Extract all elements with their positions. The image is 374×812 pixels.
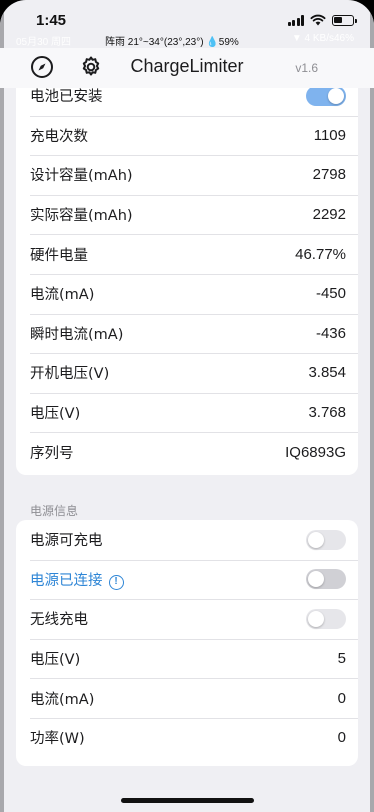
design-capacity-row: 设计容量(mAh) 2798 [16,155,358,195]
power-voltage-row: 电压(V) 5 [16,638,358,679]
row-value: -450 [315,285,346,303]
row-label: 瞬时电流(mA) [30,326,124,343]
row-label: 电源可充电 [30,533,103,550]
row-label: 功率(W) [30,731,85,748]
boot-voltage-row: 开机电压(V) 3.854 [16,353,358,393]
row-label: 电池已安装 [30,89,103,106]
row-label: 电压(V) [30,652,81,669]
power-info-card: 电源可充电 电源已连接! 无线充电 电压(V) 5 电流(mA) 0 功率(W)… [16,520,358,766]
actual-capacity-row: 实际容量(mAh) 2292 [16,194,358,235]
info-icon[interactable]: ! [108,574,124,590]
row-label: 设计容量(mAh) [30,168,133,185]
row-label: 开机电压(V) [30,366,110,383]
status-date: 05月30 周四 [16,37,72,48]
status-bar: 1:45 05月30 周四 阵雨 21°~34°(23°,23°) 💧59% ▼… [0,0,374,48]
voltage-row: 电压(V) 3.768 [16,392,358,433]
row-value: IQ6893G [285,443,346,461]
row-label: 无线充电 [30,612,88,629]
battery-installed-row: 电池已安装 [16,88,358,116]
row-value: 3.854 [308,364,346,382]
cellular-signal-icon [287,14,304,26]
row-value: 0 [337,729,346,747]
row-value: 2292 [312,206,346,224]
settings-scroll-view[interactable]: 电池已安装 充电次数 1109 设计容量(mAh) 2798 实际容量(mAh)… [0,88,374,812]
row-value: 1109 [313,126,346,144]
row-label: 电流(mA) [30,287,95,304]
row-label: 实际容量(mAh) [30,208,133,225]
hardware-charge-row: 硬件电量 46.77% [16,234,358,274]
battery-info-card: 电池已安装 充电次数 1109 设计容量(mAh) 2798 实际容量(mAh)… [16,88,358,475]
wifi-icon [310,14,326,26]
row-value: 2798 [312,166,346,184]
power-section-header: 电源信息 [30,504,79,518]
app-screen: 1:45 05月30 周四 阵雨 21°~34°(23°,23°) 💧59% ▼… [0,0,374,812]
cycle-count-row: 充电次数 1109 [16,115,358,156]
power-chargeable-row: 电源可充电 [16,520,358,560]
status-weather: 阵雨 21°~34°(23°,23°) 💧59% [105,37,239,48]
status-icons [287,14,357,26]
power-current-row: 电流(mA) 0 [16,678,358,718]
wireless-charging-toggle[interactable] [306,608,346,629]
row-value: 3.768 [308,404,346,422]
row-value: 5 [337,650,346,668]
app-version: v1.6 [295,61,318,75]
battery-icon [332,14,357,26]
wireless-charging-row: 无线充电 [16,599,358,639]
row-label: 充电次数 [30,128,88,145]
serial-number-row: 序列号 IQ6893G [16,432,358,472]
power-chargeable-toggle[interactable] [306,529,346,550]
row-value: 46.77% [295,245,346,263]
row-label[interactable]: 电源已连接 [30,573,103,589]
row-value: -436 [315,324,346,342]
instant-current-row: 瞬时电流(mA) -436 [16,313,358,354]
status-time: 1:45 [36,12,67,29]
current-row: 电流(mA) -450 [16,273,358,314]
power-wattage-row: 功率(W) 0 [16,717,358,758]
navigation-bar: ChargeLimiter v1.6 [0,48,374,88]
power-connected-toggle[interactable] [306,569,346,590]
row-label: 序列号 [30,445,74,462]
row-value: 0 [337,689,346,707]
status-network-speed: ▼ 4 KB/s46% [291,33,354,44]
row-label: 电流(mA) [30,691,95,708]
home-indicator[interactable] [121,798,254,803]
row-label: 电压(V) [30,406,81,423]
row-label: 硬件电量 [30,247,88,264]
power-connected-row: 电源已连接! [16,559,358,600]
battery-installed-toggle[interactable] [306,88,346,106]
